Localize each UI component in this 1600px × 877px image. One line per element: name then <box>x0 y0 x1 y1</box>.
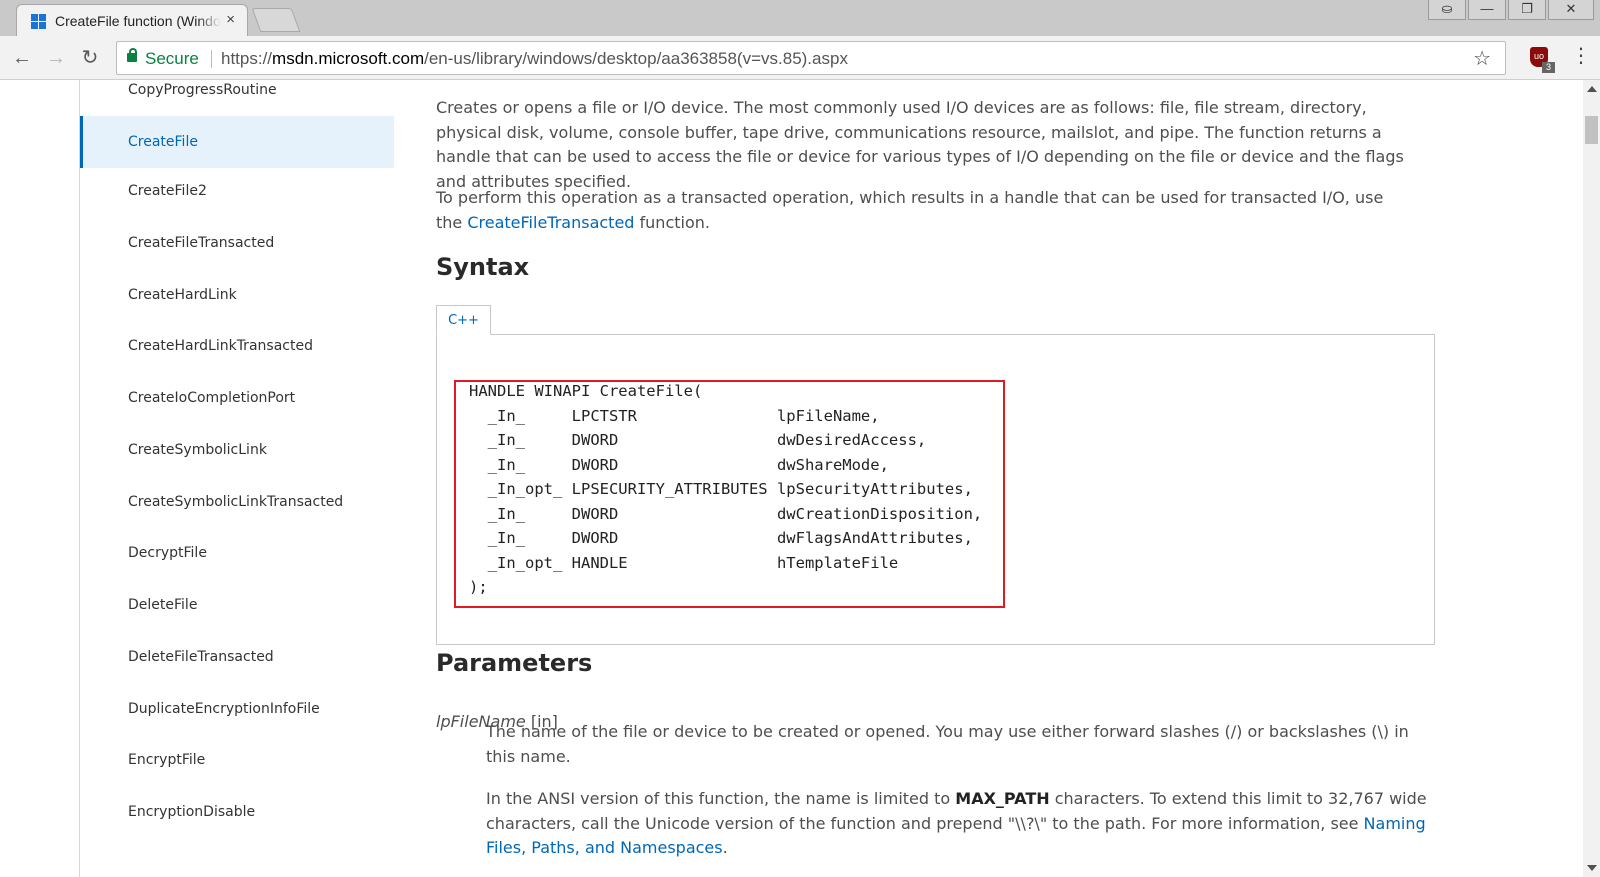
page-content: CopyProgressRoutine CreateFile CreateFil… <box>0 80 1583 877</box>
sidebar-toc: CopyProgressRoutine CreateFile CreateFil… <box>79 80 394 877</box>
back-button[interactable]: ← <box>8 44 36 72</box>
sidebar-item-createsymboliclink[interactable]: CreateSymbolicLink <box>80 427 394 480</box>
browser-toolbar: ← → ↻ Secure https://msdn.microsoft.com/… <box>0 36 1600 80</box>
tab-bar: CreateFile function (Windows) × 9 ⛀ — ❐ … <box>0 0 1600 36</box>
forward-button[interactable]: → <box>42 44 70 72</box>
browser-menu-icon[interactable]: ⋮ <box>1571 46 1591 66</box>
param-description-ansi: In the ANSI version of this function, th… <box>486 787 1436 861</box>
close-window-button[interactable]: ✕ <box>1548 0 1594 20</box>
sidebar-item-encryptfile[interactable]: EncryptFile <box>80 737 394 790</box>
lock-icon <box>127 48 137 62</box>
sidebar-item-encryptiondisable[interactable]: EncryptionDisable <box>80 789 394 842</box>
intro-paragraph: Creates or opens a file or I/O device. T… <box>436 98 1404 191</box>
bookmark-star-icon[interactable]: ☆ <box>1473 46 1491 71</box>
transacted-paragraph: To perform this operation as a transacte… <box>436 186 1386 235</box>
sidebar-item-createiocompletionport[interactable]: CreateIoCompletionPort <box>80 375 394 428</box>
restore-button[interactable]: ❐ <box>1508 0 1546 20</box>
reload-button[interactable]: ↻ <box>76 44 104 72</box>
minimize-button[interactable]: — <box>1468 0 1506 20</box>
tab-cpp[interactable]: C++ <box>436 305 491 335</box>
sidebar-item-createsymboliclinktransacted[interactable]: CreateSymbolicLinkTransacted <box>80 479 394 532</box>
syntax-code: HANDLE WINAPI CreateFile( _In_ LPCTSTR l… <box>469 382 983 596</box>
tab-title: CreateFile function (Windows) <box>55 13 221 29</box>
page-scrollbar[interactable] <box>1583 80 1600 877</box>
address-bar[interactable]: Secure https://msdn.microsoft.com/en-us/… <box>116 41 1506 75</box>
secure-label: Secure <box>145 49 199 68</box>
max-path-term: MAX_PATH <box>955 789 1050 808</box>
sidebar-item-decryptfile[interactable]: DecryptFile <box>80 530 394 583</box>
sidebar-item-createhardlink[interactable]: CreateHardLink <box>80 272 394 325</box>
sidebar-item-createfile2[interactable]: CreateFile2 <box>80 168 394 221</box>
sidebar-item-createfile[interactable]: CreateFile <box>80 116 394 168</box>
url-scheme: https:// <box>221 49 273 68</box>
profile-icon[interactable]: ⛀ <box>1428 0 1466 20</box>
parameters-heading: Parameters <box>436 649 593 677</box>
sidebar-item-deletefiletransacted[interactable]: DeleteFileTransacted <box>80 634 394 687</box>
ansi-text: In the ANSI version of this function, th… <box>486 789 956 808</box>
browser-tab[interactable]: CreateFile function (Windows) × <box>16 4 248 36</box>
createfiletransacted-link[interactable]: CreateFileTransacted <box>467 213 634 232</box>
url-text[interactable]: https://msdn.microsoft.com/en-us/library… <box>221 49 848 69</box>
scroll-up-arrow-icon[interactable] <box>1587 86 1597 92</box>
url-host: msdn.microsoft.com <box>272 49 425 68</box>
syntax-heading: Syntax <box>436 253 530 281</box>
sidebar-item-duplicateencryptioninfofile[interactable]: DuplicateEncryptionInfoFile <box>80 686 394 739</box>
transacted-text-end: function. <box>634 212 710 232</box>
sidebar-item-createfiletransacted[interactable]: CreateFileTransacted <box>80 220 394 273</box>
scroll-thumb[interactable] <box>1585 116 1598 144</box>
ansi-text-end: . <box>722 838 728 857</box>
sidebar-item-deletefile[interactable]: DeleteFile <box>80 582 394 635</box>
scroll-down-arrow-icon[interactable] <box>1587 865 1597 871</box>
sidebar-item-createhardlinktransacted[interactable]: CreateHardLinkTransacted <box>80 323 394 376</box>
windows-logo-icon <box>31 14 46 29</box>
url-path: /en-us/library/windows/desktop/aa363858(… <box>424 49 848 68</box>
divider <box>211 50 212 68</box>
extension-badge-count: 3 <box>1542 62 1555 73</box>
new-tab-button[interactable] <box>251 8 301 32</box>
close-tab-icon[interactable]: × <box>226 11 235 28</box>
param-description: The name of the file or device to be cre… <box>486 722 1409 766</box>
